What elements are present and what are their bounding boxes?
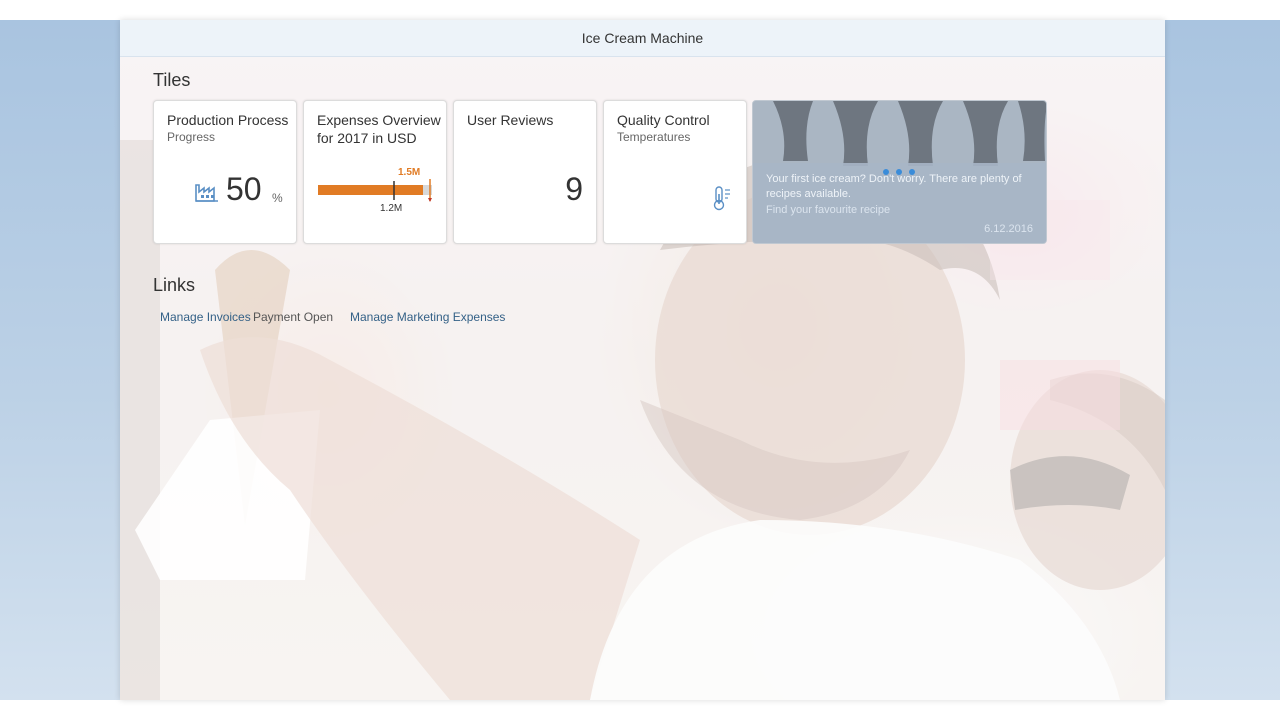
tile-title: User Reviews (467, 112, 554, 128)
tile-user-reviews[interactable]: User Reviews 9 (453, 100, 597, 244)
tile-subtitle: Progress (167, 130, 216, 144)
tile-title: Production Process (167, 112, 289, 128)
tile-subtitle: Temperatures (617, 130, 691, 144)
tile-production-process[interactable]: Production Process Progress 50 % (153, 100, 297, 244)
kpi-value: 9 (565, 171, 583, 207)
news-text: Your first ice cream? Don't worry. There… (766, 173, 1022, 200)
tile-title: Expenses Overview for 2017 in USD (317, 112, 441, 146)
bullet-down-arrow (428, 198, 432, 202)
link-payment-open[interactable]: Payment Open (253, 310, 333, 324)
news-date: 6.12.2016 (984, 223, 1033, 235)
link-manage-invoices[interactable]: Manage Invoices (160, 310, 251, 324)
app-title: Ice Cream Machine (581, 30, 704, 46)
tile-quality-control[interactable]: Quality Control Temperatures (603, 100, 747, 244)
actual-label: 1.2M (380, 203, 403, 214)
link-manage-marketing-expenses[interactable]: Manage Marketing Expenses (350, 310, 505, 324)
bullet-actual-bar (318, 185, 423, 195)
tile-expenses-overview[interactable]: Expenses Overview for 2017 in USD 1.5M 1… (303, 100, 447, 244)
tile-news-feed[interactable]: Your first ice cream? Don't worry. There… (752, 100, 1047, 244)
kpi-unit: % (272, 191, 283, 205)
thermometer-icon (711, 185, 733, 216)
links-section-title: Links (153, 275, 196, 295)
kpi-value: 50 (226, 171, 262, 207)
launchpad-shell: Ice Cream Machine Tiles Production Proce… (120, 20, 1165, 700)
news-link[interactable]: Find your favourite recipe (766, 204, 890, 216)
tiles-section-title: Tiles (153, 70, 191, 90)
target-label: 1.5M (398, 167, 421, 178)
shell-header: Ice Cream Machine (120, 20, 1165, 57)
factory-icon (194, 179, 220, 208)
tile-title: Quality Control (617, 112, 710, 128)
